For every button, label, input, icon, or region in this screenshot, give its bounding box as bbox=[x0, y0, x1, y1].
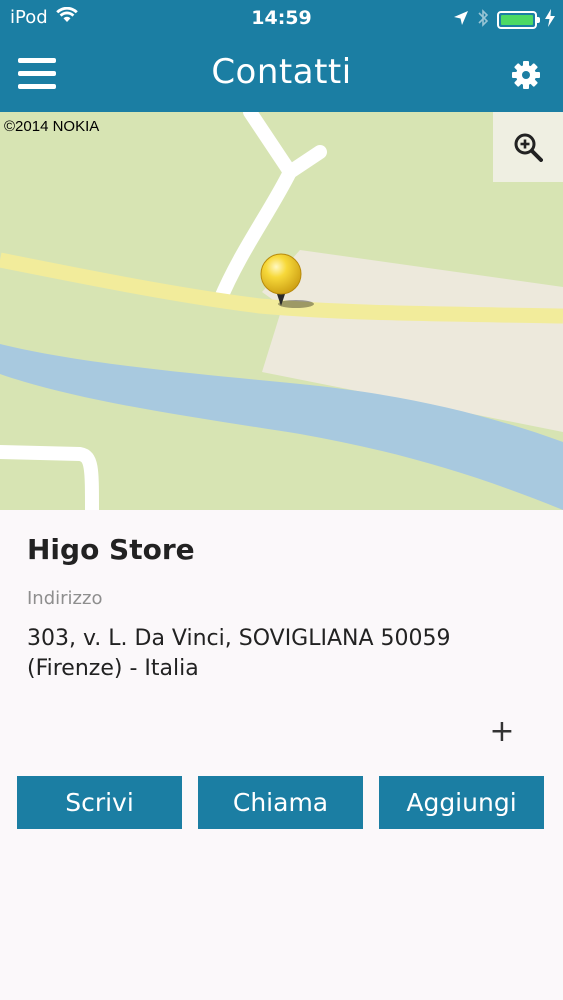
action-buttons: Scrivi Chiama Aggiungi bbox=[17, 776, 545, 829]
battery-icon bbox=[497, 11, 540, 29]
map-view[interactable]: ©2014 NOKIA bbox=[0, 112, 563, 510]
page-title: Contatti bbox=[211, 52, 352, 92]
zoom-in-icon bbox=[514, 133, 543, 162]
location-arrow-icon bbox=[453, 10, 469, 30]
address-label: Indirizzo bbox=[27, 588, 103, 609]
store-name: Higo Store bbox=[27, 533, 195, 566]
nav-bar: Contatti bbox=[0, 36, 563, 112]
top-bar: iPod 14:59 Contatti bbox=[0, 0, 563, 112]
map-pin-icon[interactable] bbox=[260, 250, 320, 310]
status-bar: iPod 14:59 bbox=[0, 0, 563, 36]
address-text: 303, v. L. Da Vinci, SOVIGLIANA 50059 (F… bbox=[27, 626, 451, 681]
map-copyright: ©2014 NOKIA bbox=[4, 118, 100, 135]
charging-bolt-icon bbox=[545, 9, 555, 31]
add-more-button[interactable]: + bbox=[488, 717, 516, 747]
status-icons bbox=[453, 8, 555, 32]
gear-icon bbox=[512, 61, 540, 89]
bluetooth-icon bbox=[477, 8, 489, 32]
zoom-button[interactable] bbox=[493, 112, 563, 182]
battery-level bbox=[501, 15, 533, 25]
write-button[interactable]: Scrivi bbox=[17, 776, 182, 829]
call-button[interactable]: Chiama bbox=[198, 776, 363, 829]
settings-button[interactable] bbox=[511, 60, 541, 90]
add-contact-button[interactable]: Aggiungi bbox=[379, 776, 544, 829]
map-canvas bbox=[0, 112, 563, 510]
contact-details: Higo Store Indirizzo 303, v. L. Da Vinci… bbox=[0, 510, 563, 1000]
